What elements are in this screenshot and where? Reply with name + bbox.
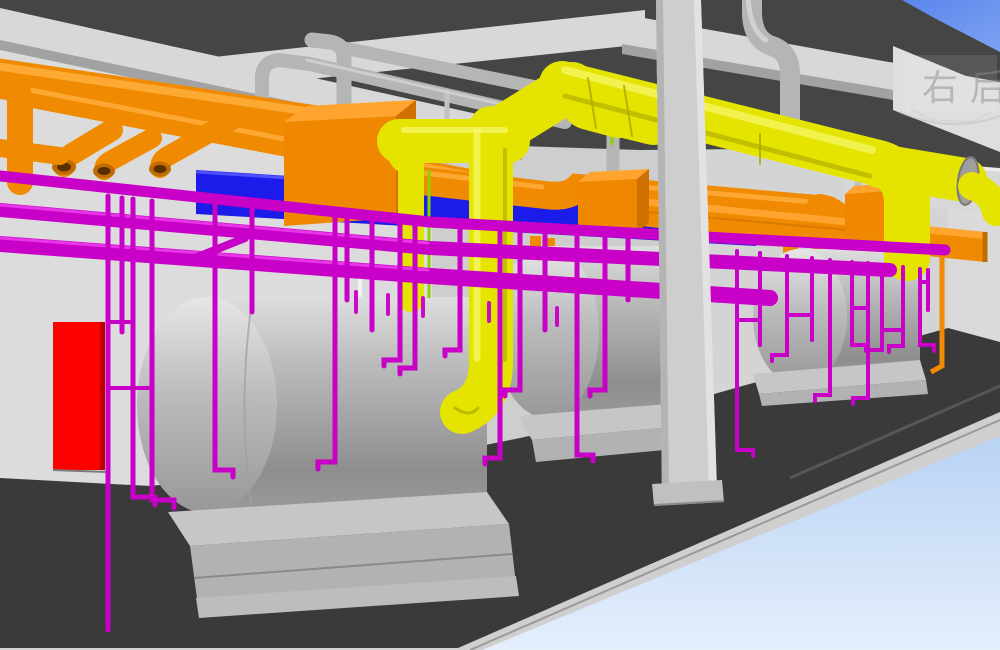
view-cube-label: 右后 — [922, 68, 1000, 109]
red-door[interactable] — [53, 322, 107, 472]
model-viewport[interactable]: 右后 — [0, 0, 1000, 650]
